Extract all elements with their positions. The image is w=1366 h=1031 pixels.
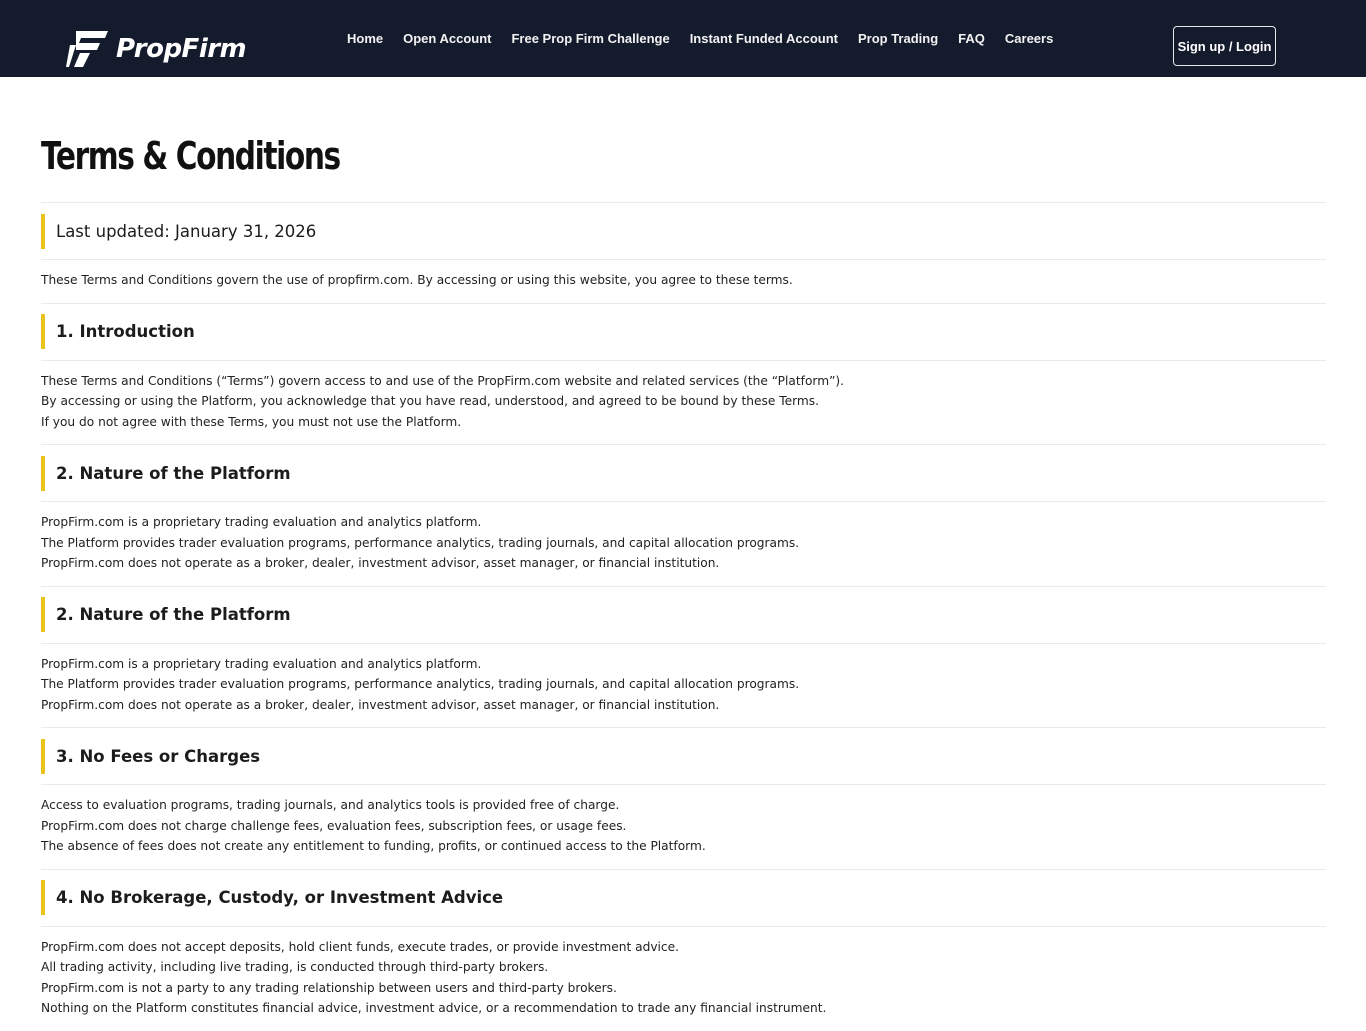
accent-bar — [41, 213, 45, 249]
brand-logo[interactable]: PropFirm — [66, 29, 247, 69]
section-line: By accessing or using the Platform, you … — [41, 394, 819, 408]
nav-open-account[interactable]: Open Account — [393, 31, 501, 46]
section-line: The Platform provides trader evaluation … — [41, 677, 800, 691]
propfirm-logo-icon — [66, 31, 108, 67]
intro-paragraph: These Terms and Conditions govern the us… — [41, 273, 793, 287]
section-body: Access to evaluation programs, trading j… — [41, 785, 1326, 869]
section-title: 2. Nature of the Platform — [56, 463, 291, 483]
section-line: All trading activity, including live tra… — [41, 960, 549, 974]
main-nav: Home Open Account Free Prop Firm Challen… — [337, 0, 1063, 77]
section-line: PropFirm.com does not operate as a broke… — [41, 556, 720, 570]
section-header: 2. Nature of the Platform — [41, 445, 1326, 501]
brand-name: PropFirm — [116, 34, 247, 64]
nav-prop-trading[interactable]: Prop Trading — [848, 31, 948, 46]
section-line: These Terms and Conditions (“Terms”) gov… — [41, 373, 845, 388]
intro-body: These Terms and Conditions govern the us… — [41, 260, 1326, 303]
section-line: PropFirm.com does not charge challenge f… — [41, 818, 627, 833]
section-line: PropFirm.com does not accept deposits, h… — [41, 939, 680, 954]
section-line: PropFirm.com is a proprietary trading ev… — [41, 515, 482, 529]
section-line: PropFirm.com is not a party to any tradi… — [41, 980, 617, 995]
nav-free-prop-firm-challenge[interactable]: Free Prop Firm Challenge — [501, 31, 679, 46]
top-navigation-bar: PropFirm Home Open Account Free Prop Fir… — [0, 0, 1366, 77]
section-line: PropFirm.com does not operate as a broke… — [41, 697, 720, 712]
nav-home[interactable]: Home — [337, 31, 393, 46]
section-line: Access to evaluation programs, trading j… — [41, 798, 620, 812]
section-title: 2. Nature of the Platform — [56, 605, 291, 624]
section-line: The Platform provides trader evaluation … — [41, 535, 800, 550]
page-title: Terms & Conditions — [41, 134, 341, 178]
section-title: 1. Introduction — [56, 322, 195, 341]
section-header: 2. Nature of the Platform — [41, 587, 1326, 643]
section-title: 3. No Fees or Charges — [56, 746, 261, 766]
section-body: PropFirm.com is a proprietary trading ev… — [41, 502, 1326, 586]
accent-bar — [41, 314, 45, 349]
accent-bar — [41, 880, 45, 915]
section-line: If you do not agree with these Terms, yo… — [41, 414, 462, 429]
section-header: 3. No Fees or Charges — [41, 728, 1326, 784]
section-header: 1. Introduction — [41, 304, 1326, 360]
nav-careers[interactable]: Careers — [995, 31, 1063, 46]
section-header: 4. No Brokerage, Custody, or Investment … — [41, 870, 1326, 926]
accent-bar — [41, 597, 45, 632]
nav-faq[interactable]: FAQ — [948, 31, 995, 46]
nav-instant-funded-account[interactable]: Instant Funded Account — [680, 31, 848, 46]
terms-content: Terms & Conditions Last updated: January… — [41, 77, 1326, 1031]
section-line: PropFirm.com is a proprietary trading ev… — [41, 656, 482, 671]
section-title: 4. No Brokerage, Custody, or Investment … — [56, 888, 504, 907]
section-line: Nothing on the Platform constitutes fina… — [41, 1001, 827, 1015]
section-body: PropFirm.com is a proprietary trading ev… — [41, 644, 1326, 728]
last-updated-header: Last updated: January 31, 2026 — [41, 203, 1326, 259]
accent-bar — [41, 455, 45, 491]
section-body: These Terms and Conditions (“Terms”) gov… — [41, 361, 1326, 445]
section-line: The absence of fees does not create any … — [41, 839, 706, 853]
accent-bar — [41, 738, 45, 774]
last-updated-text: Last updated: January 31, 2026 — [56, 221, 317, 241]
signup-login-button[interactable]: Sign up / Login — [1173, 26, 1276, 66]
section-body: PropFirm.com does not accept deposits, h… — [41, 927, 1326, 1031]
